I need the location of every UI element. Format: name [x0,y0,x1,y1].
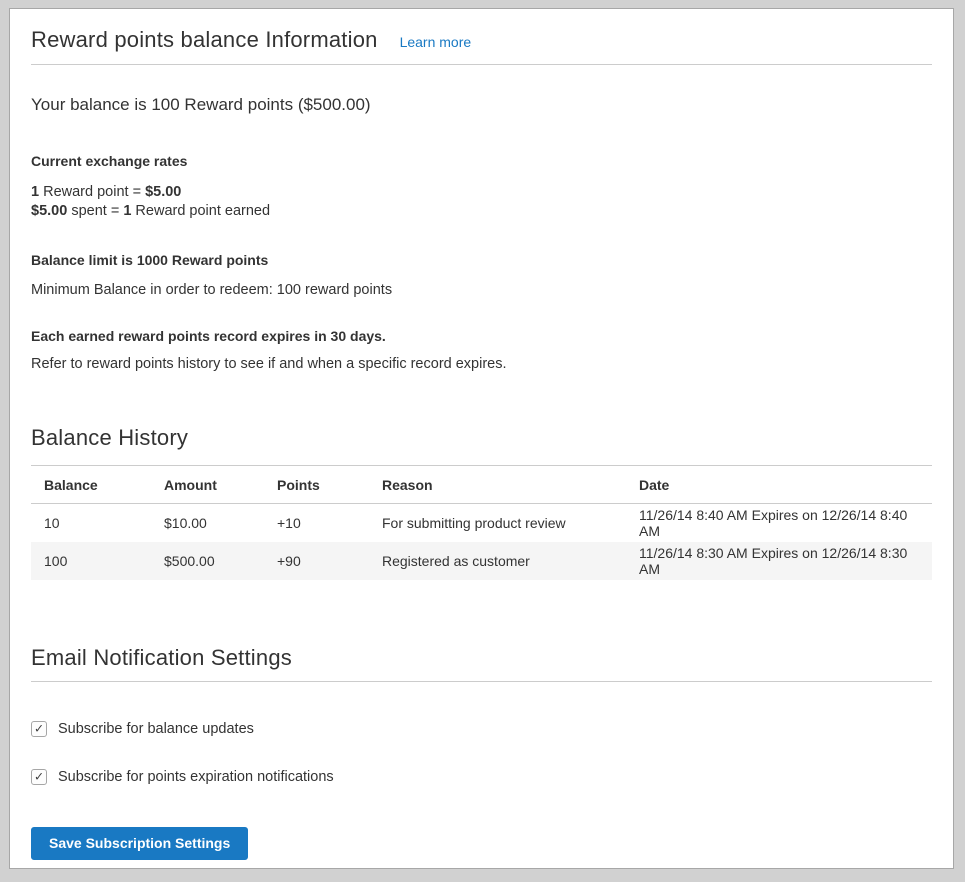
balance-updates-checkbox[interactable]: ✓ [31,721,47,737]
table-header-row: Balance Amount Points Reason Date [31,466,932,504]
learn-more-link[interactable]: Learn more [400,34,472,50]
cell-balance: 100 [31,542,151,580]
email-settings-title: Email Notification Settings [31,644,932,672]
column-header-balance: Balance [31,466,151,504]
rate-point-to-currency: 1 Reward point = $5.00 [31,183,932,202]
reward-points-page: Reward points balance Information Learn … [9,8,954,869]
subscribe-expiration-notifications-option[interactable]: ✓ Subscribe for points expiration notifi… [31,769,932,785]
cell-amount: $500.00 [151,542,264,580]
column-header-points: Points [264,466,369,504]
cell-date: 11/26/14 8:40 AM Expires on 12/26/14 8:4… [626,504,932,542]
cell-reason: Registered as customer [369,542,626,580]
email-settings-header: Email Notification Settings [31,644,932,682]
subscribe-balance-updates-option[interactable]: ✓ Subscribe for balance updates [31,721,932,737]
checkmark-icon: ✓ [34,722,44,734]
cell-amount: $10.00 [151,504,264,542]
minimum-balance: Minimum Balance in order to redeem: 100 … [31,282,932,298]
balance-history-table: Balance Amount Points Reason Date 10 $10… [31,465,932,580]
balance-updates-label[interactable]: Subscribe for balance updates [58,721,254,737]
expiry-notice: Each earned reward points record expires… [31,328,932,344]
balance-history-title: Balance History [31,424,932,452]
expiration-notifications-label[interactable]: Subscribe for points expiration notifica… [58,769,334,785]
cell-date: 11/26/14 8:30 AM Expires on 12/26/14 8:3… [626,542,932,580]
column-header-reason: Reason [369,466,626,504]
cell-balance: 10 [31,504,151,542]
cell-points: +90 [264,542,369,580]
balance-limit: Balance limit is 1000 Reward points [31,252,932,268]
page-header: Reward points balance Information Learn … [31,9,932,65]
cell-reason: For submitting product review [369,504,626,542]
column-header-amount: Amount [151,466,264,504]
exchange-rates: 1 Reward point = $5.00 $5.00 spent = 1 R… [31,183,932,221]
table-row: 100 $500.00 +90 Registered as customer 1… [31,542,932,580]
checkmark-icon: ✓ [34,770,44,782]
balance-summary: Your balance is 100 Reward points ($500.… [31,94,932,116]
rate-currency-to-point: $5.00 spent = 1 Reward point earned [31,202,932,221]
table-row: 10 $10.00 +10 For submitting product rev… [31,504,932,542]
save-subscription-settings-button[interactable]: Save Subscription Settings [31,827,248,860]
expiration-notifications-checkbox[interactable]: ✓ [31,769,47,785]
page-title: Reward points balance Information [31,26,378,54]
cell-points: +10 [264,504,369,542]
expiry-note: Refer to reward points history to see if… [31,356,932,372]
exchange-rates-heading: Current exchange rates [31,153,932,169]
column-header-date: Date [626,466,932,504]
